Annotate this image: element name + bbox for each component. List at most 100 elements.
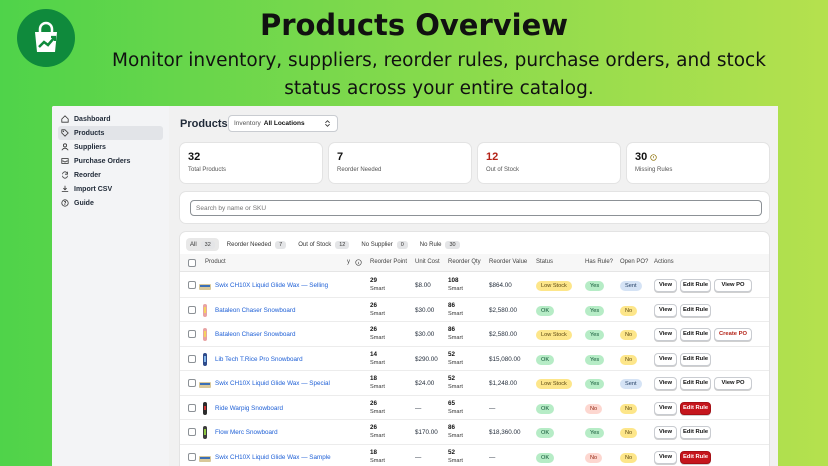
reorder-qty-cell: 108 Smart [448, 277, 463, 293]
edit-rule-button[interactable]: Edit Rule [680, 401, 711, 415]
stat-value: 7 [337, 151, 344, 163]
tab-label: No Supplier [361, 241, 393, 248]
reorder-point-mode: Smart [370, 433, 385, 439]
reorder-qty-mode: Smart [448, 457, 463, 464]
product-thumbnail-icon [199, 284, 211, 290]
product-name-link[interactable]: Swix CH10X Liquid Glide Wax — Sample [215, 454, 337, 461]
unit-cost-cell: $290.00 [415, 355, 438, 363]
row-checkbox[interactable] [188, 305, 196, 314]
edit-rule-button[interactable]: Edit Rule [680, 450, 711, 464]
tab-count: 32 [200, 240, 215, 249]
sidebar-item-guide[interactable]: ? Guide [58, 196, 163, 210]
stat-label: Total Products [188, 167, 227, 173]
reorder-value-cell: $2,580.00 [489, 306, 518, 314]
open-po-badge: No [620, 403, 638, 414]
sidebar-item-suppliers[interactable]: Suppliers [58, 140, 163, 154]
view-po-button[interactable]: View PO [714, 377, 752, 390]
sidebar-item-products[interactable]: Products [58, 126, 163, 140]
col-reorder-qty[interactable]: Reorder Qty [448, 259, 481, 265]
create-po-button[interactable]: Create PO [714, 328, 752, 341]
sidebar-item-purchase-orders[interactable]: Purchase Orders [58, 154, 163, 168]
tab-out-of-stock[interactable]: Out of Stock 12 [294, 238, 353, 251]
sidebar-item-label: Import CSV [74, 185, 113, 193]
product-name-link[interactable]: Ride Warpig Snowboard [215, 405, 337, 412]
view-button[interactable]: View [654, 352, 677, 366]
sidebar-item-import-csv[interactable]: Import CSV [58, 182, 163, 196]
row-checkbox[interactable] [188, 452, 196, 461]
status-badge: OK [536, 428, 555, 438]
row-checkbox[interactable] [188, 281, 196, 289]
row-checkbox[interactable] [188, 354, 196, 363]
select-all-checkbox[interactable] [188, 259, 196, 267]
edit-rule-button[interactable]: Edit Rule [680, 279, 711, 292]
product-name-link[interactable]: Bataleon Chaser Snowboard [215, 331, 337, 338]
product-thumbnail-icon [203, 401, 207, 415]
col-open-po[interactable]: Open PO? [620, 259, 648, 265]
product-name-link[interactable]: Bataleon Chaser Snowboard [215, 307, 337, 314]
tab-no-rule[interactable]: No Rule 30 [416, 238, 464, 251]
row-checkbox[interactable] [188, 403, 196, 412]
reorder-qty-value: 86 [448, 424, 456, 431]
sidebar-item-dashboard[interactable]: Dashboard [58, 112, 163, 126]
reorder-value-cell: $15,080.00 [489, 355, 521, 363]
hero-title: Products Overview [259, 8, 569, 42]
reorder-point-cell: 18 Smart [370, 449, 385, 465]
info-icon[interactable] [650, 153, 657, 161]
col-actions: Actions [654, 259, 674, 265]
product-name-link[interactable]: Swix CH10X Liquid Glide Wax — Special [215, 380, 337, 387]
row-checkbox[interactable] [188, 428, 196, 436]
product-name-link[interactable]: Swix CH10X Liquid Glide Wax — Selling [215, 282, 337, 289]
table-row: Swix CH10X Liquid Glide Wax — Sample 18 … [180, 445, 769, 466]
row-checkbox[interactable] [188, 330, 196, 338]
inbox-icon [61, 158, 69, 164]
reorder-point-mode: Smart [370, 408, 385, 415]
reorder-qty-mode: Smart [448, 408, 463, 415]
has-rule-badge: Yes [585, 354, 605, 365]
sidebar-item-label: Purchase Orders [74, 157, 131, 165]
tab-reorder-needed[interactable]: Reorder Needed 7 [223, 238, 290, 251]
view-button[interactable]: View [654, 328, 677, 341]
table-row: Lib Tech T.Rice Pro Snowboard 14 Smart $… [180, 347, 769, 371]
product-name-link[interactable]: Lib Tech T.Rice Pro Snowboard [215, 356, 337, 363]
tab-count: 0 [396, 240, 408, 249]
view-button[interactable]: View [654, 450, 677, 464]
hero-subtitle: Monitor inventory, suppliers, reorder ru… [112, 50, 766, 99]
reorder-qty-value: 86 [448, 326, 456, 333]
view-button[interactable]: View [654, 401, 677, 415]
edit-rule-button[interactable]: Edit Rule [680, 328, 711, 341]
stat-card-out-of-stock: 12 Out of Stock [478, 143, 620, 183]
row-checkbox[interactable] [188, 379, 196, 387]
open-po-badge: No [620, 428, 638, 438]
view-button[interactable]: View [654, 377, 677, 390]
edit-rule-button[interactable]: Edit Rule [680, 426, 711, 439]
col-reorder-value[interactable]: Reorder Value [489, 259, 527, 265]
sidebar-item-reorder[interactable]: Reorder [58, 168, 163, 182]
sidebar-item-label: Products [74, 129, 105, 137]
edit-rule-button[interactable]: Edit Rule [680, 303, 711, 317]
stat-value: 30 [635, 151, 648, 163]
reorder-qty-value: 108 [448, 277, 459, 284]
search-input[interactable] [190, 200, 762, 216]
search-card [180, 192, 769, 223]
product-name-link[interactable]: Flow Merc Snowboard [215, 429, 337, 436]
reorder-point-mode: Smart [370, 335, 385, 341]
col-status[interactable]: Status [536, 259, 553, 265]
status-badge: Low Stock [536, 379, 572, 389]
reorder-point-cell: 26 Smart [370, 424, 385, 440]
view-po-button[interactable]: View PO [714, 279, 752, 292]
edit-rule-button[interactable]: Edit Rule [680, 377, 711, 390]
col-has-rule[interactable]: Has Rule? [585, 259, 613, 265]
info-icon[interactable] [355, 259, 362, 266]
view-button[interactable]: View [654, 426, 677, 439]
view-button[interactable]: View [654, 279, 677, 292]
col-unit-cost[interactable]: Unit Cost [415, 259, 440, 265]
open-po-badge: Sent [620, 379, 642, 389]
tab-all[interactable]: All 32 [186, 238, 219, 251]
edit-rule-button[interactable]: Edit Rule [680, 352, 711, 366]
tab-no-supplier[interactable]: No Supplier 0 [357, 238, 411, 251]
view-button[interactable]: View [654, 303, 677, 317]
reorder-qty-mode: Smart [448, 286, 463, 292]
col-reorder-point[interactable]: Reorder Point [370, 259, 407, 265]
col-product[interactable]: Product [205, 259, 226, 265]
location-select[interactable]: Inventory All Locations [228, 115, 338, 132]
